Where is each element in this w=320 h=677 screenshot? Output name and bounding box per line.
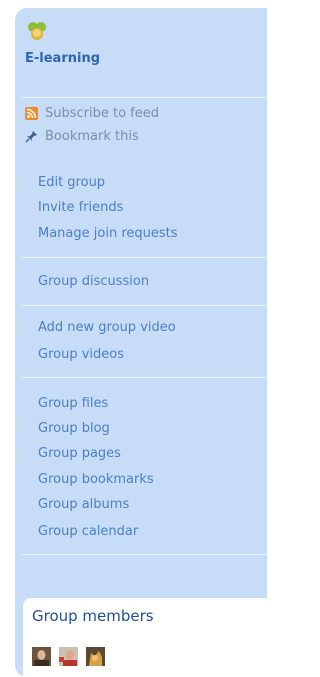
- group-name-link[interactable]: E-learning: [25, 51, 100, 66]
- edit-group-link[interactable]: Edit group: [38, 175, 105, 190]
- bookmark-this-link[interactable]: Bookmark this: [25, 129, 139, 144]
- divider: [22, 554, 267, 555]
- group-blog-link[interactable]: Group blog: [38, 421, 110, 436]
- bookmark-this-label: Bookmark this: [45, 129, 139, 144]
- divider: [22, 97, 267, 98]
- group-icon: [28, 22, 46, 40]
- group-files-link[interactable]: Group files: [38, 396, 108, 411]
- member-avatar-3[interactable]: [86, 647, 105, 666]
- subscribe-feed-link[interactable]: Subscribe to feed: [25, 106, 159, 121]
- invite-friends-link[interactable]: Invite friends: [38, 200, 123, 215]
- divider: [22, 305, 267, 306]
- group-bookmarks-link[interactable]: Group bookmarks: [38, 472, 154, 487]
- rss-icon: [25, 107, 38, 120]
- group-albums-link[interactable]: Group albums: [38, 497, 129, 512]
- manage-join-requests-link[interactable]: Manage join requests: [38, 226, 178, 241]
- group-members-box: Group members: [23, 598, 270, 677]
- divider: [22, 377, 267, 378]
- add-new-group-video-link[interactable]: Add new group video: [38, 320, 176, 335]
- group-calendar-link[interactable]: Group calendar: [38, 524, 138, 539]
- pushpin-icon: [25, 130, 38, 143]
- divider: [22, 257, 267, 258]
- group-videos-link[interactable]: Group videos: [38, 347, 124, 362]
- group-discussion-link[interactable]: Group discussion: [38, 274, 149, 289]
- subscribe-feed-label: Subscribe to feed: [45, 106, 160, 121]
- group-pages-link[interactable]: Group pages: [38, 446, 121, 461]
- member-avatar-2[interactable]: [59, 647, 78, 666]
- member-avatar-1[interactable]: [32, 647, 51, 666]
- group-members-title: Group members: [32, 607, 154, 625]
